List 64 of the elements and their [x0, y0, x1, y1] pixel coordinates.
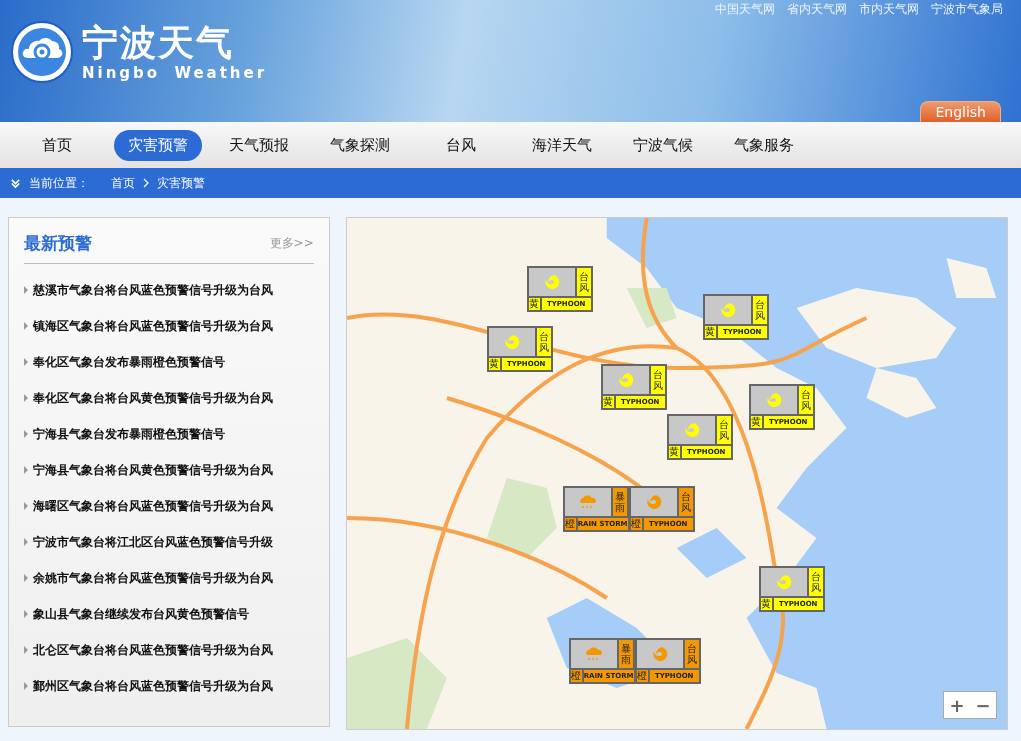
triangle-bullet-icon: [24, 322, 28, 330]
breadcrumb-label: 当前位置：: [29, 174, 89, 192]
breadcrumb-link[interactable]: 灾害预警: [157, 174, 205, 192]
warning-link[interactable]: 海曙区气象台将台风蓝色预警信号升级为台风: [33, 497, 273, 515]
sign-name: 台风: [576, 268, 591, 296]
triangle-bullet-icon: [24, 646, 28, 654]
nav-tab[interactable]: 气象服务: [719, 129, 808, 161]
warning-link[interactable]: 象山县气象台继续发布台风黄色预警信号: [33, 605, 249, 623]
warning-link[interactable]: 奉化区气象台将台风黄色预警信号升级为台风: [33, 389, 273, 407]
warning-link[interactable]: 宁海县气象台将台风黄色预警信号升级为台风: [33, 461, 273, 479]
sign-level: 黄: [704, 326, 716, 338]
sign-level: 黄: [750, 416, 762, 428]
nav-tab[interactable]: 宁波气候: [618, 129, 707, 161]
sign-name: 台风: [650, 366, 665, 394]
top-link[interactable]: 宁波市气象局: [931, 1, 1003, 18]
sign-name: 台风: [752, 296, 767, 324]
sign-name: 台风: [684, 640, 699, 668]
sign-level: 橙: [630, 518, 642, 530]
triangle-bullet-icon: [24, 466, 28, 474]
warning-link[interactable]: 宁海县气象台发布暴雨橙色预警信号: [33, 425, 225, 443]
triangle-bullet-icon: [24, 502, 28, 510]
panel-title: 最新预警: [24, 232, 92, 255]
nav-tab[interactable]: 灾害预警: [113, 129, 202, 161]
warning-link[interactable]: 慈溪市气象台将台风蓝色预警信号升级为台风: [33, 281, 273, 299]
nav-tab[interactable]: 台风: [431, 129, 490, 161]
sign-name: 暴雨: [618, 640, 633, 668]
logo-icon: [10, 20, 74, 84]
double-chevron-icon: [10, 177, 21, 189]
sign-level: 橙: [564, 518, 576, 530]
sign-level: 黄: [760, 598, 772, 610]
breadcrumb-link[interactable]: 首页: [111, 174, 135, 192]
warning-link[interactable]: 镇海区气象台将台风蓝色预警信号升级为台风: [33, 317, 273, 335]
nav-tab[interactable]: 气象探测: [315, 129, 404, 161]
warning-link[interactable]: 宁波市气象台将江北区台风蓝色预警信号升级: [33, 533, 273, 551]
sign-level: 黄: [668, 446, 680, 458]
warning-link[interactable]: 北仑区气象台将台风蓝色预警信号升级为台风: [33, 641, 273, 659]
nav-tab[interactable]: 海洋天气: [517, 129, 606, 161]
nav-tab[interactable]: 天气预报: [214, 129, 303, 161]
sign-level: 黄: [602, 396, 614, 408]
chevron-right-icon: [143, 178, 149, 188]
triangle-bullet-icon: [24, 286, 28, 294]
triangle-bullet-icon: [24, 610, 28, 618]
sign-name: 台风: [808, 568, 823, 596]
triangle-bullet-icon: [24, 538, 28, 546]
sign-name: 暴雨: [612, 488, 627, 516]
sign-level: 橙: [636, 670, 648, 682]
nav-tab[interactable]: 首页: [27, 129, 86, 161]
sign-level: 橙: [570, 670, 582, 682]
sign-level: 黄: [488, 358, 500, 370]
sign-name: 台风: [678, 488, 693, 516]
site-subtitle: Ningbo Weather: [82, 64, 268, 82]
triangle-bullet-icon: [24, 574, 28, 582]
sign-name: 台风: [536, 328, 551, 356]
sign-level: 黄: [528, 298, 540, 310]
triangle-bullet-icon: [24, 358, 28, 366]
triangle-bullet-icon: [24, 682, 28, 690]
triangle-bullet-icon: [24, 394, 28, 402]
warning-link[interactable]: 鄞州区气象台将台风蓝色预警信号升级为台风: [33, 677, 273, 695]
sign-name: 台风: [798, 386, 813, 414]
triangle-bullet-icon: [24, 430, 28, 438]
sign-name: 台风: [716, 416, 731, 444]
warning-link[interactable]: 余姚市气象台将台风蓝色预警信号升级为台风: [33, 569, 273, 587]
site-title: 宁波天气: [82, 22, 235, 64]
warning-link[interactable]: 奉化区气象台发布暴雨橙色预警信号: [33, 353, 225, 371]
